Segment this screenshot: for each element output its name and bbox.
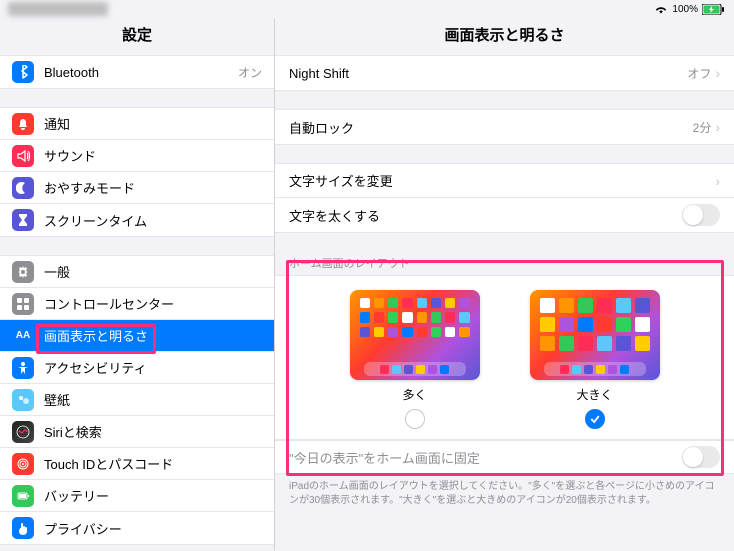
sound-icon [12, 145, 34, 167]
sidebar-item-3[interactable]: アクセシビリティ [0, 352, 274, 384]
battery-icon [702, 4, 724, 15]
moon-icon [12, 177, 34, 199]
sidebar-item-label: バッテリー [44, 486, 262, 505]
sidebar-item-label: 通知 [44, 114, 262, 133]
layout-thumb-big [530, 290, 660, 380]
bold-text-label: 文字を太くする [289, 206, 682, 225]
sidebar-item-label: おやすみモード [44, 178, 262, 197]
auto-lock-label: 自動ロック [289, 118, 693, 137]
row-fix-today[interactable]: "今日の表示"をホーム画面に固定 [275, 440, 734, 474]
carrier-blur [8, 2, 108, 16]
status-bar: 100% [654, 0, 724, 18]
detail-pane: 画面表示と明るさ Night Shift オフ › 自動ロック 2分 › 文字サ… [275, 18, 734, 551]
sidebar-item-6[interactable]: Touch IDとパスコード [0, 448, 274, 480]
sidebar-item-label: コントロールセンター [44, 294, 262, 313]
sidebar-item-label: サウンド [44, 146, 262, 165]
sidebar-item-value: オン [238, 64, 262, 81]
siri-icon [12, 421, 34, 443]
batt-icon [12, 485, 34, 507]
sidebar-item-label: アクセシビリティ [44, 358, 262, 377]
sidebar-item-5[interactable]: Siriと検索 [0, 416, 274, 448]
sidebar-item-label: 一般 [44, 262, 262, 281]
home-layout-group: 多く 大きく [275, 275, 734, 440]
sidebar-item-1[interactable]: サウンド [0, 140, 274, 172]
layout-option-more[interactable]: 多く [350, 290, 480, 429]
layout-big-radio[interactable] [585, 409, 605, 429]
layout-more-label: 多く [402, 386, 426, 403]
night-shift-label: Night Shift [289, 66, 687, 81]
sidebar-item-0[interactable]: 通知 [0, 108, 274, 140]
sidebar-item-label: 壁紙 [44, 390, 262, 409]
acc-icon [12, 357, 34, 379]
text-size-label: 文字サイズを変更 [289, 171, 715, 190]
group-text: 文字サイズを変更 › 文字を太くする [275, 163, 734, 233]
sidebar-group-notifications: 通知サウンドおやすみモードスクリーンタイム [0, 107, 274, 237]
sidebar-item-label: 画面表示と明るさ [44, 326, 262, 345]
night-shift-value: オフ [687, 65, 711, 82]
auto-lock-value: 2分 [693, 119, 712, 136]
sidebar-group-general: 一般コントロールセンター AA 画面表示と明るさアクセシビリティ壁紙 Siriと検索 T… [0, 255, 274, 545]
group-autolock: 自動ロック 2分 › [275, 109, 734, 145]
home-layout-header: ホーム画面のレイアウト [275, 251, 734, 275]
sidebar-item-label: プライバシー [44, 519, 262, 538]
layout-big-label: 大きく [576, 386, 612, 403]
AA-icon: AA [12, 325, 34, 347]
sidebar-item-7[interactable]: バッテリー [0, 480, 274, 512]
sidebar-item-label: Siriと検索 [44, 422, 262, 441]
row-bold-text[interactable]: 文字を太くする [275, 198, 734, 232]
wall-icon [12, 389, 34, 411]
layout-more-radio[interactable] [405, 409, 425, 429]
sidebar-item-0[interactable]: Bluetoothオン [0, 56, 274, 88]
home-layout-footer: iPadのホーム画面のレイアウトを選択してください。"多く"を選ぶと各ページに小… [275, 474, 734, 514]
layout-thumb-more [350, 290, 480, 380]
detail-title: 画面表示と明るさ [275, 18, 734, 55]
sidebar-item-4[interactable]: 壁紙 [0, 384, 274, 416]
hand-icon [12, 517, 34, 539]
fix-today-label: "今日の表示"をホーム画面に固定 [289, 448, 682, 467]
row-auto-lock[interactable]: 自動ロック 2分 › [275, 110, 734, 144]
ctrl-icon [12, 293, 34, 315]
chevron-right-icon: › [715, 65, 720, 81]
layout-option-big[interactable]: 大きく [530, 290, 660, 429]
touch-icon [12, 453, 34, 475]
hour-icon [12, 209, 34, 231]
sidebar-item-2[interactable]: おやすみモード [0, 172, 274, 204]
sidebar-item-3[interactable]: スクリーンタイム [0, 204, 274, 236]
sidebar-item-label: Bluetooth [44, 65, 238, 80]
sidebar-group-connectivity: Bluetoothオン [0, 55, 274, 89]
bt-icon [12, 61, 34, 83]
bold-text-switch[interactable] [682, 204, 720, 226]
wifi-icon [654, 4, 668, 14]
chevron-right-icon: › [715, 173, 720, 189]
row-text-size[interactable]: 文字サイズを変更 › [275, 164, 734, 198]
battery-pct: 100% [672, 4, 698, 15]
sidebar-item-1[interactable]: コントロールセンター [0, 288, 274, 320]
group-nightshift: Night Shift オフ › [275, 55, 734, 91]
sidebar-item-8[interactable]: プライバシー [0, 512, 274, 544]
settings-sidebar: 設定 Bluetoothオン 通知サウンドおやすみモードスクリーンタイム 一般コ… [0, 18, 275, 551]
sidebar-item-2[interactable]: AA 画面表示と明るさ [0, 320, 274, 352]
bell-icon [12, 113, 34, 135]
sidebar-item-label: Touch IDとパスコード [44, 454, 262, 473]
row-night-shift[interactable]: Night Shift オフ › [275, 56, 734, 90]
sidebar-title: 設定 [0, 18, 274, 55]
gear-icon [12, 261, 34, 283]
sidebar-item-0[interactable]: 一般 [0, 256, 274, 288]
sidebar-item-label: スクリーンタイム [44, 211, 262, 230]
fix-today-switch[interactable] [682, 446, 720, 468]
check-icon [589, 413, 601, 425]
chevron-right-icon: › [715, 119, 720, 135]
